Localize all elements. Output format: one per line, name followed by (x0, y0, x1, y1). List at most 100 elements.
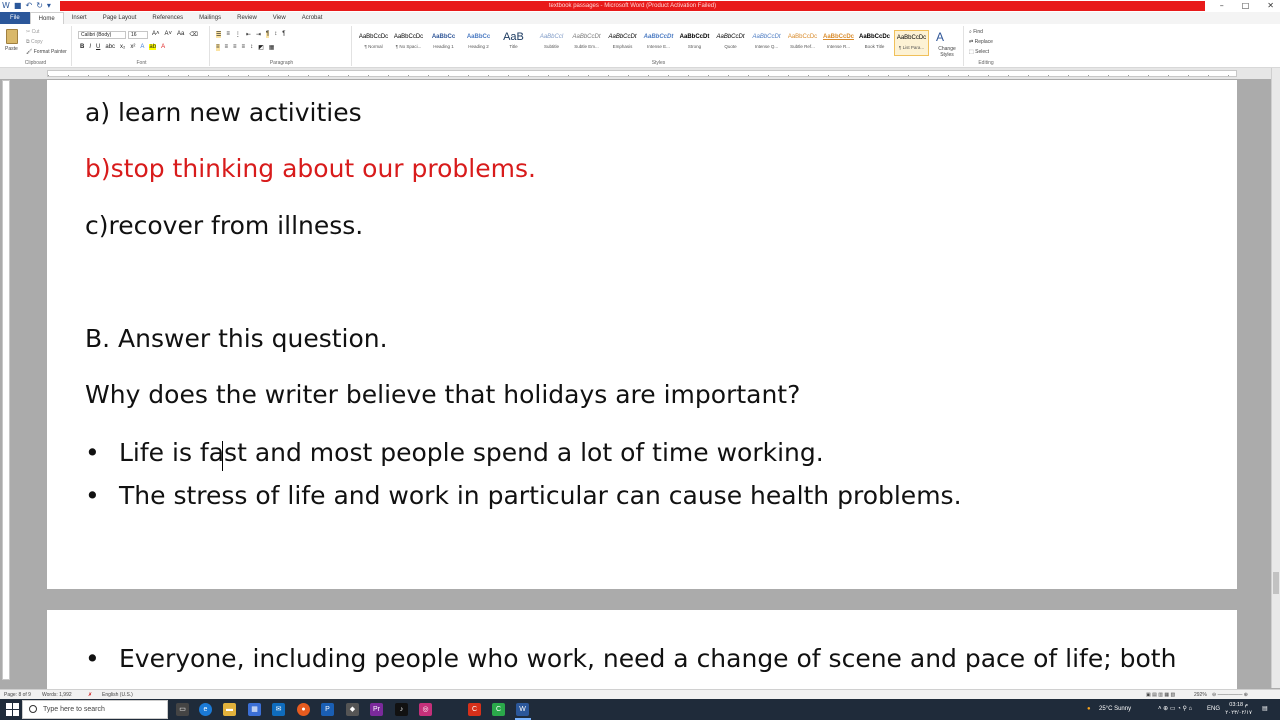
zoom-level[interactable]: 292% (1194, 692, 1207, 698)
rtl-icon[interactable]: ¶ (265, 31, 270, 38)
style-book-title[interactable]: AaBbCcDc Book Title (857, 30, 892, 56)
weather-text[interactable]: 25°C Sunny (1099, 699, 1131, 720)
taskbar-search[interactable]: Type here to search (22, 700, 168, 719)
font-size-select[interactable]: 16 (128, 31, 148, 39)
font-name-select[interactable]: Calibri (Body) (78, 31, 126, 39)
style-heading-1[interactable]: AaBbCc Heading 1 (426, 30, 461, 56)
text-effects-icon[interactable]: A (140, 44, 144, 50)
select-button[interactable]: ⬚ Select (969, 49, 989, 55)
horizontal-ruler[interactable] (47, 70, 1237, 77)
increase-indent-icon[interactable]: ⇥ (256, 31, 261, 38)
redo-icon[interactable]: ↻ (36, 1, 43, 11)
font-color-icon[interactable]: A (161, 44, 165, 50)
shading-icon[interactable]: ◩ (258, 44, 264, 51)
instagram-icon[interactable]: ◎ (419, 703, 432, 716)
line-spacing-icon[interactable]: ↕ (250, 44, 253, 51)
paste-icon[interactable] (6, 29, 18, 44)
style-intense-emphasis[interactable]: AaBbCcDt Intense E... (641, 30, 676, 56)
customize-qat-icon[interactable]: ▾ (47, 1, 51, 11)
style-emphasis[interactable]: AaBbCcDt Emphasis (605, 30, 640, 56)
scrollbar-thumb[interactable] (1273, 572, 1279, 594)
align-left-icon[interactable]: ≡ (216, 44, 220, 51)
bullets-icon[interactable]: ☰ (216, 31, 222, 38)
task-view-icon[interactable]: ▭ (176, 703, 189, 716)
tab-view[interactable]: View (265, 12, 294, 24)
sort-icon[interactable]: ↕ (274, 31, 277, 38)
style-subtitle[interactable]: AaBbCcl Subtitle (534, 30, 569, 56)
tab-insert[interactable]: Insert (64, 12, 95, 24)
italic-icon[interactable]: I (89, 44, 91, 50)
tab-acrobat[interactable]: Acrobat (294, 12, 331, 24)
style-intense-reference[interactable]: AaBbCcDc Intense R... (821, 30, 856, 56)
mail-icon[interactable]: ✉ (272, 703, 285, 716)
style-subtle-emphasis[interactable]: AaBbCcDt Subtle Em... (569, 30, 604, 56)
multilevel-list-icon[interactable]: ⋮ (235, 31, 241, 38)
firefox-icon[interactable]: ● (297, 703, 310, 716)
tiktok-icon[interactable]: ♪ (395, 703, 408, 716)
edge-icon[interactable]: e (199, 703, 212, 716)
store-icon[interactable]: ▦ (248, 703, 261, 716)
minimize-button[interactable]: – (1220, 0, 1224, 12)
tab-page-layout[interactable]: Page Layout (95, 12, 145, 24)
style-no-spacing[interactable]: AaBbCcDc ¶ No Spaci... (391, 30, 426, 56)
strikethrough-icon[interactable]: abc (105, 44, 115, 50)
tab-file[interactable]: File (0, 12, 30, 24)
shrink-font-icon[interactable]: A˅ (165, 31, 173, 38)
clock[interactable]: 03:18 م ٢٠٢٣/٠٢/١٧ (1225, 701, 1252, 717)
grow-font-icon[interactable]: A˄ (152, 31, 160, 38)
format-painter-button[interactable]: 🖌 Format Painter (26, 49, 67, 55)
green-app-icon[interactable]: C (492, 703, 505, 716)
app-icon[interactable]: ◆ (346, 703, 359, 716)
tab-home[interactable]: Home (29, 12, 64, 24)
document-page[interactable]: a) learn new activities b)stop thinking … (47, 80, 1237, 589)
tab-review[interactable]: Review (229, 12, 265, 24)
document-page[interactable]: • Everyone, including people who work, n… (47, 610, 1237, 690)
system-tray-icons[interactable]: ˄ ⊕ ▭ ◔ ⚲ ⌂ (1158, 699, 1192, 720)
copy-button[interactable]: ⧉ Copy (26, 39, 43, 45)
vertical-scrollbar[interactable] (1271, 68, 1280, 688)
numbering-icon[interactable]: ≡ (226, 31, 230, 38)
highlight-icon[interactable]: ab (149, 44, 157, 50)
word-taskbar-icon[interactable]: W (516, 703, 529, 716)
undo-icon[interactable]: ↶ (25, 1, 32, 11)
align-center-icon[interactable]: ≡ (225, 44, 229, 51)
style-intense-quote[interactable]: AaBbCcDt Intense Q... (749, 30, 784, 56)
premiere-icon[interactable]: Pr (370, 703, 383, 716)
style-normal[interactable]: AaBbCcDc ¶ Normal (356, 30, 391, 56)
cut-button[interactable]: ✂ Cut (26, 29, 39, 35)
paste-button[interactable]: Paste (5, 46, 18, 52)
underline-icon[interactable]: U (96, 44, 100, 50)
change-styles-button[interactable]: Change Styles (933, 46, 961, 58)
superscript-icon[interactable]: x² (130, 44, 135, 50)
style-quote[interactable]: AaBbCcDt Quote (713, 30, 748, 56)
style-list-paragraph[interactable]: AaBbCcDc ¶ List Para... (894, 30, 929, 56)
language-indicator[interactable]: ENG (1207, 699, 1220, 720)
align-right-icon[interactable]: ≡ (233, 44, 237, 51)
bold-icon[interactable]: B (80, 44, 84, 50)
style-subtle-reference[interactable]: AaBbCcDc Subtle Ref... (785, 30, 820, 56)
borders-icon[interactable]: ▦ (269, 44, 275, 51)
justify-icon[interactable]: ≡ (242, 44, 246, 51)
tab-references[interactable]: References (144, 12, 191, 24)
maximize-button[interactable]: □ (1242, 0, 1250, 12)
change-case-icon[interactable]: Aa (177, 31, 184, 38)
windows-start-icon[interactable] (6, 703, 19, 716)
tab-mailings[interactable]: Mailings (191, 12, 229, 24)
subscript-icon[interactable]: x₂ (120, 44, 125, 50)
view-buttons[interactable]: ▣ ▤ ▥ ▦ ▧ (1146, 692, 1175, 698)
clear-formatting-icon[interactable]: ⌫ (189, 31, 197, 38)
powerpoint-icon[interactable]: P (321, 703, 334, 716)
vertical-ruler[interactable] (2, 80, 10, 680)
style-title[interactable]: AaB Title (496, 30, 531, 56)
change-styles-icon[interactable]: A (936, 30, 944, 44)
style-heading-2[interactable]: AaBbCc Heading 2 (461, 30, 496, 56)
find-button[interactable]: ⌕ Find (969, 29, 983, 35)
style-strong[interactable]: AaBbCcDt Strong (677, 30, 712, 56)
decrease-indent-icon[interactable]: ⇤ (246, 31, 251, 38)
notifications-icon[interactable]: ▤ (1262, 699, 1268, 720)
language-status[interactable]: English (U.S.) (102, 692, 133, 698)
zoom-slider[interactable]: ⊖ ─────── ⊕ (1212, 692, 1248, 698)
show-marks-icon[interactable]: ¶ (282, 31, 285, 38)
replace-button[interactable]: ⇄ Replace (969, 39, 993, 45)
page-count[interactable]: Page: 8 of 9 (4, 692, 31, 698)
